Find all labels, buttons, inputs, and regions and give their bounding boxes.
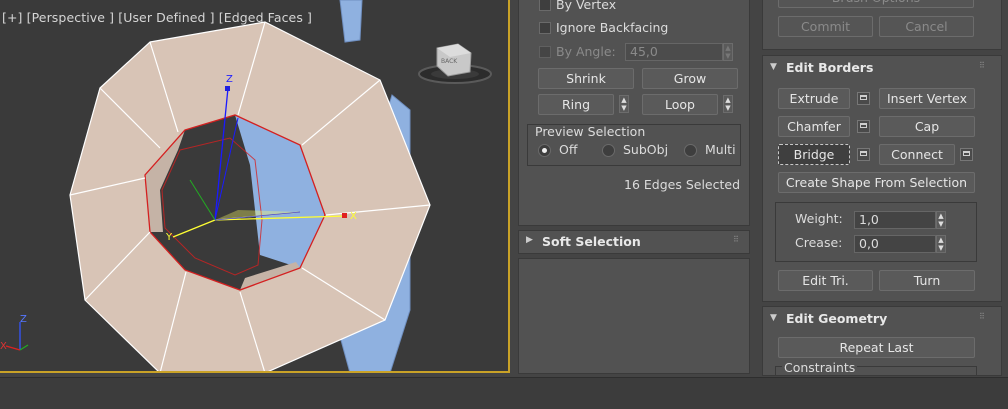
empty-panel-area [518,258,750,374]
expand-arrow-icon: ▶ [526,235,533,245]
ignore-backfacing-label: Ignore Backfacing [556,20,669,35]
chamfer-button[interactable]: Chamfer [778,116,850,137]
constraints-group: Constraints [775,360,977,375]
insert-vertex-button[interactable]: Insert Vertex [879,88,975,109]
shrink-button[interactable]: Shrink [538,68,634,89]
extrude-button[interactable]: Extrude [778,88,850,109]
viewport-mode-menu[interactable]: [Edged Faces ] [219,10,312,25]
preview-multi-radio[interactable] [684,144,697,157]
cancel-button[interactable]: Cancel [879,16,974,37]
preview-off-radio[interactable] [538,144,551,157]
soft-selection-title: Soft Selection [542,234,641,249]
create-shape-button[interactable]: Create Shape From Selection [778,172,975,193]
edit-geometry-rollout: ▼ Edit Geometry ⠿ Repeat Last Constraint… [762,306,1002,376]
edit-borders-title: Edit Borders [786,60,874,75]
viewport-view-menu[interactable]: [Perspective ] [27,10,115,25]
by-angle-label: By Angle: [556,44,616,59]
viewport-label[interactable]: [+] [Perspective ] [User Defined ] [Edge… [2,10,312,25]
bridge-settings-icon[interactable] [857,148,870,161]
crease-label: Crease: [795,235,843,250]
viewcube-label: BACK [441,58,458,65]
gizmo-y-label: Y [165,232,173,243]
weight-label: Weight: [795,211,843,226]
grow-button[interactable]: Grow [642,68,738,89]
svg-text:X: X [0,341,7,352]
angle-spinner[interactable]: ▲ ▼ [723,43,733,61]
loop-button[interactable]: Loop [642,94,718,115]
preview-off-label: Off [559,142,578,157]
rollout-grip-icon: ⠿ [979,61,986,70]
constraints-title: Constraints [782,360,858,375]
modify-column: Brush Options Commit Cancel ▼ Edit Borde… [756,0,1008,377]
weight-field[interactable]: 1,0 [854,211,936,229]
preview-subobj-label: SubObj [623,142,669,157]
connect-button[interactable]: Connect [879,144,955,165]
preview-multi-label: Multi [705,142,736,157]
edit-tri-button[interactable]: Edit Tri. [778,270,873,291]
gizmo-z-label: Z [226,74,233,85]
connect-settings-icon[interactable] [960,148,973,161]
viewport-menu-plus[interactable]: [+] [2,10,23,25]
commit-button[interactable]: Commit [778,16,873,37]
edit-borders-rollout: ▼ Edit Borders ⠿ Extrude Insert Vertex C… [762,55,1002,302]
viewport-scene: Z X Y BACK Z X [0,0,492,371]
cap-button[interactable]: Cap [879,116,975,137]
repeat-last-button[interactable]: Repeat Last [778,337,975,358]
angle-field[interactable]: 45,0 [625,43,723,61]
selection-status: 16 Edges Selected [624,177,741,192]
crease-spinner[interactable]: ▲ ▼ [936,235,946,253]
ring-button[interactable]: Ring [538,94,614,115]
by-angle-checkbox[interactable] [539,46,551,58]
extrude-settings-icon[interactable] [857,92,870,105]
preview-subobj-radio[interactable] [602,144,615,157]
perspective-viewport[interactable]: Z X Y BACK Z X [+] [Perspective ] [User … [0,0,510,373]
turn-button[interactable]: Turn [879,270,975,291]
brush-options-button[interactable]: Brush Options [778,0,974,8]
by-vertex-label: By Vertex [556,0,617,12]
selection-rollout: By Vertex Ignore Backfacing By Angle: 45… [518,0,750,226]
bridge-button[interactable]: Bridge [778,144,850,165]
crease-field[interactable]: 0,0 [854,235,936,253]
selection-column: By Vertex Ignore Backfacing By Angle: 45… [512,0,756,377]
paint-rollout: Brush Options Commit Cancel [762,0,1002,50]
collapse-arrow-icon[interactable]: ▼ [770,313,777,323]
svg-text:Z: Z [20,314,27,325]
viewport-shading-menu[interactable]: [User Defined ] [118,10,214,25]
rollout-grip-icon: ⠿ [733,235,740,244]
rollout-grip-icon: ⠿ [979,312,986,321]
by-vertex-checkbox[interactable] [539,0,551,11]
ring-spinner[interactable]: ▲ ▼ [619,95,629,113]
soft-selection-rollout[interactable]: ▶ Soft Selection ⠿ [518,230,750,254]
collapse-arrow-icon[interactable]: ▼ [770,62,777,72]
chamfer-settings-icon[interactable] [857,120,870,133]
weight-spinner[interactable]: ▲ ▼ [936,211,946,229]
edit-geometry-title: Edit Geometry [786,311,888,326]
gizmo-x-label: X [350,211,357,222]
preview-selection-title: Preview Selection [535,124,646,139]
status-bar [0,377,1008,409]
ignore-backfacing-checkbox[interactable] [539,22,551,34]
loop-spinner[interactable]: ▲ ▼ [723,95,733,113]
preview-selection-group: Preview Selection Off SubObj Multi [527,124,741,166]
weight-crease-group: Weight: 1,0 ▲ ▼ Crease: 0,0 ▲ ▼ [775,202,977,262]
